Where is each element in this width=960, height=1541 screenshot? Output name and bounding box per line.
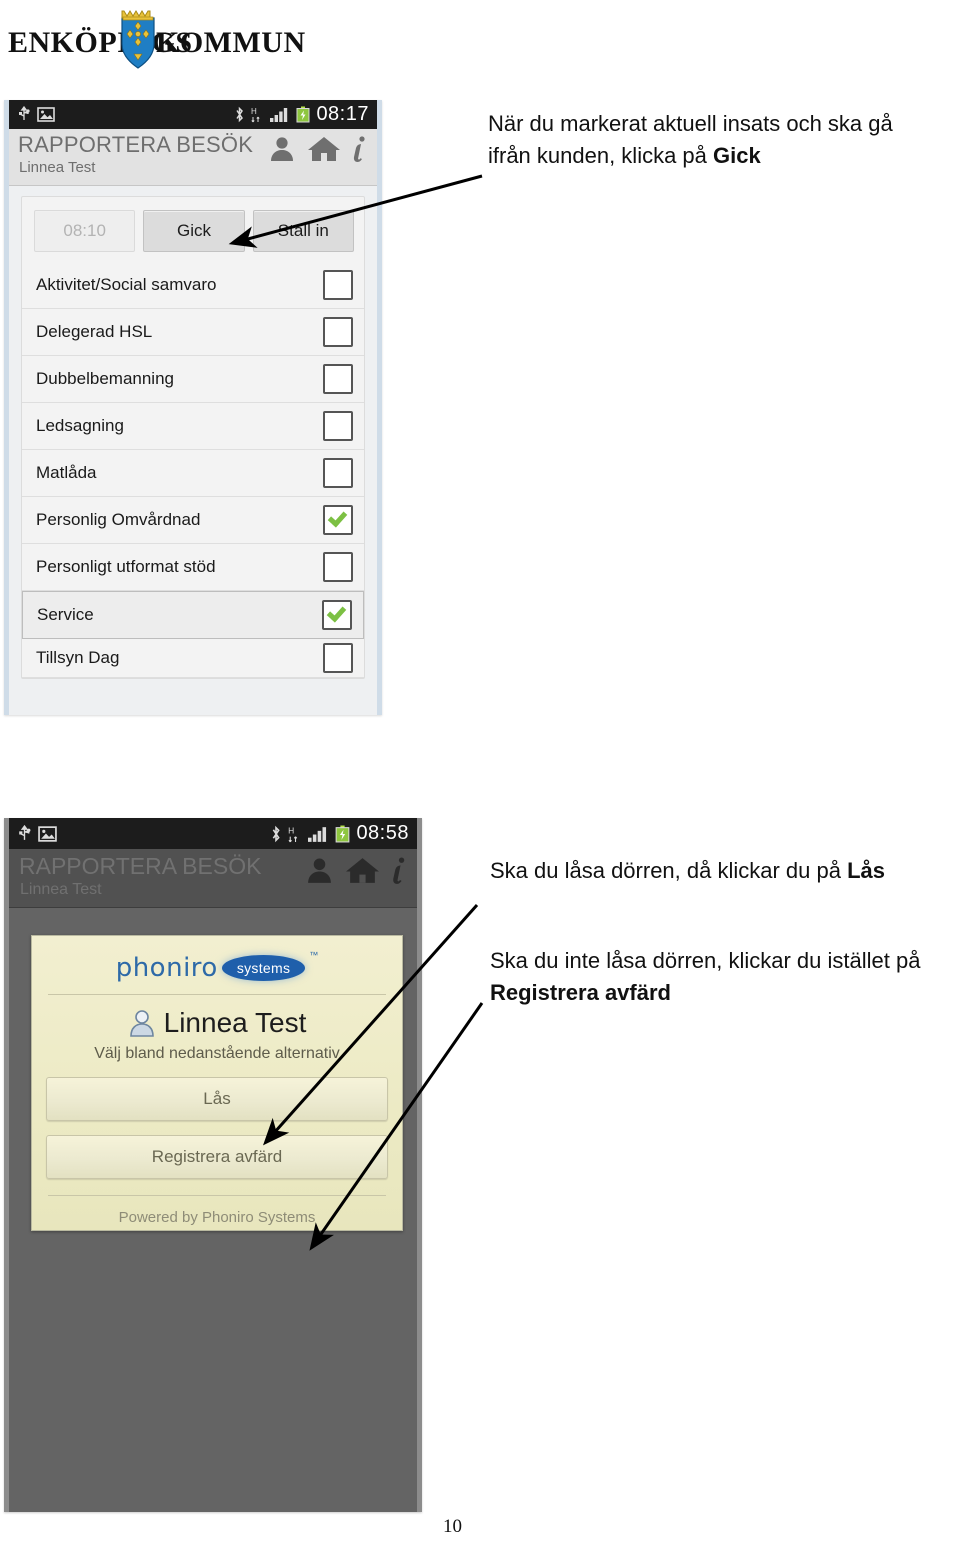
report-visit-body: 08:10 Gick Ställ in Aktivitet/Social sam…	[9, 186, 377, 679]
list-item-label: Ledsagning	[36, 416, 124, 435]
annotation-gick: När du markerat aktuell insats och ska g…	[488, 108, 948, 172]
android-status-bar-2: H 08:58	[9, 818, 417, 849]
checkbox-checked[interactable]	[323, 505, 353, 535]
municipality-logo: ENKÖPINGS KOMMUN	[8, 6, 305, 76]
info-icon[interactable]	[390, 855, 409, 886]
client-row: Linnea Test	[46, 1003, 388, 1043]
registrera-avfard-button[interactable]: Registrera avfärd	[46, 1135, 388, 1179]
usb-icon	[17, 105, 31, 123]
app-subtitle-client-name: Linnea Test	[20, 881, 102, 898]
document-page: ENKÖPINGS KOMMUN H 08:17 RAPPORTERA BESÖ…	[0, 0, 960, 1541]
person-icon[interactable]	[304, 855, 335, 886]
visit-card: 08:10 Gick Ställ in Aktivitet/Social sam…	[21, 196, 365, 679]
user-avatar-icon	[128, 1008, 156, 1038]
systems-badge: systems	[221, 955, 306, 981]
checkbox[interactable]	[323, 552, 353, 582]
annotation-las-bold: Lås	[847, 858, 886, 883]
checkbox[interactable]	[323, 317, 353, 347]
app-subtitle-client-name: Linnea Test	[19, 159, 96, 176]
list-item[interactable]: Aktivitet/Social samvaro	[22, 262, 364, 309]
person-icon[interactable]	[267, 134, 297, 164]
app-title: RAPPORTERA BESÖK	[19, 853, 262, 879]
list-item[interactable]: Dubbelbemanning	[22, 356, 364, 403]
annotation-registrera-avfard: Ska du inte låsa dörren, klickar du istä…	[490, 945, 960, 1009]
annotation-registrera-bold: Registrera avfärd	[490, 979, 671, 1005]
checkbox[interactable]	[323, 411, 353, 441]
list-item[interactable]: Personlig Omvårdnad	[22, 497, 364, 544]
signal-bars-icon	[270, 106, 290, 123]
info-icon[interactable]	[351, 134, 369, 164]
phone-screenshot-report-visit: H 08:17 RAPPORTERA BESÖK Linnea Test 08:…	[4, 100, 382, 715]
enkopings-kommun-coat-of-arms-icon	[121, 10, 155, 69]
client-name: Linnea Test	[163, 1007, 307, 1038]
hsdpa-icon: H	[288, 825, 302, 843]
phoniro-dialog: phoniro systems ™ Linnea Test Välj bland…	[31, 935, 403, 1231]
powered-by-text: Powered by Phoniro Systems	[118, 1209, 316, 1226]
checkbox[interactable]	[323, 270, 353, 300]
status-bar-clock: 08:17	[316, 103, 369, 125]
image-icon	[37, 107, 55, 122]
annotation-las-prefix: Ska du låsa dörren, då klickar du på	[490, 858, 848, 883]
list-item-label: Tillsyn Dag	[36, 648, 120, 667]
trademark-symbol: ™	[309, 950, 319, 960]
home-icon[interactable]	[345, 855, 380, 886]
app-title: RAPPORTERA BESÖK	[18, 132, 254, 157]
app-header-2: RAPPORTERA BESÖK Linnea Test	[9, 849, 417, 908]
image-icon	[38, 825, 57, 842]
action-button-row: 08:10 Gick Ställ in	[22, 197, 364, 262]
list-item-label: Personlig Omvårdnad	[36, 510, 201, 529]
list-item-label: Service	[37, 605, 94, 624]
gick-button[interactable]: Gick	[143, 210, 245, 252]
las-button[interactable]: Lås	[46, 1077, 388, 1121]
divider	[48, 994, 386, 995]
list-item[interactable]: Personligt utformat stöd	[22, 544, 364, 591]
list-item-label: Matlåda	[36, 463, 97, 482]
android-status-bar-1: H 08:17	[9, 100, 377, 129]
bluetooth-icon	[270, 825, 282, 843]
logo-text-kommun: KOMMUN	[156, 26, 306, 59]
dialog-footer: Powered by Phoniro Systems	[46, 1195, 388, 1226]
checkbox[interactable]	[323, 458, 353, 488]
phoniro-wordmark: phoniro	[115, 953, 218, 983]
svg-text:H: H	[289, 825, 295, 835]
divider	[48, 1195, 386, 1196]
checkbox[interactable]	[323, 364, 353, 394]
checkbox[interactable]	[323, 643, 353, 673]
home-icon[interactable]	[307, 134, 341, 164]
annotation-registrera-line1: Ska du inte låsa dörren, klickar du istä…	[490, 948, 921, 973]
list-item-label: Aktivitet/Social samvaro	[36, 275, 217, 294]
status-bar-clock: 08:58	[356, 822, 409, 844]
app-header-1: RAPPORTERA BESÖK Linnea Test	[9, 129, 377, 186]
list-item-label: Personligt utformat stöd	[36, 557, 216, 576]
battery-charging-icon	[296, 106, 310, 123]
page-number: 10	[443, 1516, 462, 1537]
list-item[interactable]: Ledsagning	[22, 403, 364, 450]
checklist: Aktivitet/Social samvaro Delegerad HSL D…	[22, 262, 364, 678]
annotation-gick-line2-prefix: ifrån kunden, klicka på	[488, 142, 714, 168]
list-item-label: Dubbelbemanning	[36, 369, 174, 388]
list-item-label: Delegerad HSL	[36, 322, 153, 341]
annotation-gick-bold: Gick	[713, 142, 761, 168]
svg-text:H: H	[251, 107, 257, 116]
usb-icon	[17, 824, 32, 843]
battery-charging-icon	[335, 825, 350, 843]
hsdpa-icon: H	[251, 106, 264, 123]
time-button[interactable]: 08:10	[34, 210, 136, 252]
phone-screenshot-lock-options: H 08:58 RAPPORTERA BESÖK Linnea Test pho…	[4, 818, 422, 1512]
annotation-gick-line1: När du markerat aktuell insats och ska g…	[488, 111, 893, 136]
list-item[interactable]: Matlåda	[22, 450, 364, 497]
annotation-las: Ska du låsa dörren, då klickar du på Lås	[490, 855, 950, 887]
phoniro-systems-logo: phoniro systems ™	[46, 946, 388, 990]
checkbox-checked[interactable]	[322, 600, 352, 630]
list-item-partially-visible[interactable]: Tillsyn Dag	[22, 639, 364, 678]
bluetooth-icon	[234, 106, 245, 123]
list-item[interactable]: Delegerad HSL	[22, 309, 364, 356]
stall-in-button[interactable]: Ställ in	[252, 210, 354, 252]
dialog-instruction: Välj bland nedanstående alternativ	[94, 1045, 340, 1062]
signal-bars-icon	[308, 825, 329, 843]
list-item-selected[interactable]: Service	[22, 591, 364, 639]
